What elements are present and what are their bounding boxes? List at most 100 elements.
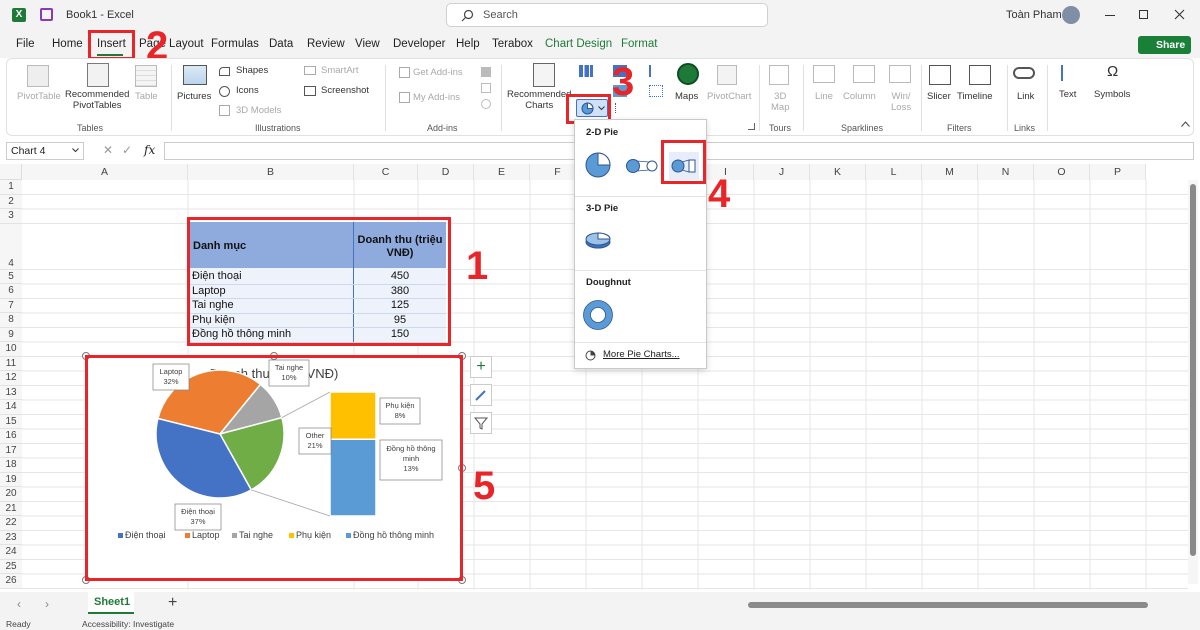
column-header-d[interactable]: D: [418, 164, 474, 180]
tab-terabox[interactable]: Terabox: [492, 38, 533, 50]
tab-format[interactable]: Format: [621, 38, 657, 50]
row-header-3[interactable]: 3: [0, 209, 22, 224]
pivotchart-label[interactable]: PivotChart: [707, 91, 751, 102]
cancel-formula-icon[interactable]: ✕: [103, 143, 113, 157]
recommended-charts-label[interactable]: Recommended Charts: [507, 89, 571, 111]
icons-label[interactable]: Icons: [236, 85, 259, 96]
row-header-22[interactable]: 22: [0, 516, 22, 531]
screenshot-icon[interactable]: [304, 86, 316, 96]
line-sparkline-icon[interactable]: [813, 65, 835, 83]
shapes-label[interactable]: Shapes: [236, 65, 268, 76]
row-header-8[interactable]: 8: [0, 313, 22, 328]
pictures-label[interactable]: Pictures: [177, 91, 211, 102]
3d-models-label[interactable]: 3D Models: [236, 105, 281, 116]
recommended-charts-icon[interactable]: [533, 63, 555, 87]
column-chart-icon[interactable]: [579, 65, 593, 77]
tab-file[interactable]: File: [16, 38, 35, 50]
row-header-17[interactable]: 17: [0, 443, 22, 458]
user-name[interactable]: Toàn Pham: [1006, 9, 1062, 21]
3d-models-icon[interactable]: [219, 105, 230, 116]
3d-pie-option[interactable]: [583, 228, 613, 252]
row-header-2[interactable]: 2: [0, 194, 22, 209]
save-icon[interactable]: [40, 8, 53, 21]
tab-home[interactable]: Home: [52, 38, 83, 50]
row-header-23[interactable]: 23: [0, 530, 22, 545]
pivottable-label[interactable]: PivotTable: [17, 91, 61, 102]
text-icon[interactable]: [1061, 65, 1075, 81]
winloss-label[interactable]: Win/ Loss: [891, 91, 911, 113]
pivottable-icon[interactable]: [27, 65, 49, 87]
row-header-15[interactable]: 15: [0, 414, 22, 429]
3d-map-icon[interactable]: [769, 65, 789, 85]
pictures-icon[interactable]: [183, 65, 207, 85]
share-button[interactable]: Share: [1138, 36, 1191, 54]
get-addins-label[interactable]: Get Add-ins: [413, 67, 463, 78]
row-header-9[interactable]: 9: [0, 327, 22, 342]
symbols-label[interactable]: Symbols: [1094, 89, 1130, 100]
minimize-icon[interactable]: [1105, 15, 1115, 16]
timeline-label[interactable]: Timeline: [957, 91, 993, 102]
tab-data[interactable]: Data: [269, 38, 293, 50]
omega-icon[interactable]: Ω: [1107, 63, 1118, 80]
addin-people-icon[interactable]: [481, 99, 491, 109]
column-label[interactable]: Column: [843, 91, 876, 102]
table-icon[interactable]: [135, 65, 157, 87]
get-addins-icon[interactable]: [399, 67, 410, 78]
smartart-icon[interactable]: [304, 66, 316, 75]
column-header-n[interactable]: N: [978, 164, 1034, 180]
screenshot-label[interactable]: Screenshot: [321, 85, 369, 96]
column-header-j[interactable]: J: [754, 164, 810, 180]
row-header-26[interactable]: 26: [0, 574, 22, 589]
row-header-6[interactable]: 6: [0, 284, 22, 299]
tab-view[interactable]: View: [355, 38, 380, 50]
slicer-label[interactable]: Slicer: [927, 91, 951, 102]
addin-page-icon[interactable]: [481, 83, 491, 93]
column-header-l[interactable]: L: [866, 164, 922, 180]
column-header-a[interactable]: A: [22, 164, 188, 180]
column-header-e[interactable]: E: [474, 164, 530, 180]
more-pie-charts-item[interactable]: More Pie Charts...: [583, 348, 703, 364]
bar-chart-icon[interactable]: [649, 65, 663, 77]
tab-help[interactable]: Help: [456, 38, 480, 50]
tab-developer[interactable]: Developer: [393, 38, 445, 50]
row-header-14[interactable]: 14: [0, 400, 22, 415]
charts-dialog-launcher-icon[interactable]: [748, 123, 755, 130]
shapes-icon[interactable]: [219, 67, 230, 76]
scatter-chart-icon[interactable]: [649, 85, 663, 97]
next-sheet-icon[interactable]: ›: [45, 597, 49, 611]
text-label[interactable]: Text: [1059, 89, 1076, 100]
doughnut-option[interactable]: [583, 300, 613, 330]
pivotchart-icon[interactable]: [717, 65, 737, 85]
column-header-o[interactable]: O: [1034, 164, 1090, 180]
name-box-chevron-icon[interactable]: [72, 148, 79, 153]
link-icon[interactable]: [1013, 67, 1035, 79]
chart-filters-button[interactable]: [470, 412, 492, 434]
icons-icon[interactable]: [219, 86, 230, 97]
tab-review[interactable]: Review: [307, 38, 345, 50]
chart-elements-button[interactable]: +: [470, 356, 492, 378]
chart-styles-button[interactable]: [470, 384, 492, 406]
row-header-4[interactable]: 4: [0, 223, 22, 270]
row-header-21[interactable]: 21: [0, 501, 22, 516]
tab-formulas[interactable]: Formulas: [211, 38, 259, 50]
insert-function-icon[interactable]: fx: [144, 143, 155, 157]
recommended-pivot-icon[interactable]: [87, 63, 109, 87]
row-header-7[interactable]: 7: [0, 298, 22, 313]
sheet-tab-sheet1[interactable]: Sheet1: [88, 592, 134, 614]
excel-logo-icon[interactable]: X: [12, 8, 26, 22]
select-all-corner[interactable]: [0, 164, 22, 180]
recommended-pivot-label[interactable]: Recommended PivotTables: [65, 89, 129, 111]
row-header-19[interactable]: 19: [0, 472, 22, 487]
slicer-icon[interactable]: [929, 65, 951, 85]
row-header-13[interactable]: 13: [0, 385, 22, 400]
3d-map-label[interactable]: 3D Map: [771, 91, 789, 113]
my-addins-icon[interactable]: [399, 92, 410, 103]
addin-store-icon[interactable]: [481, 67, 491, 77]
timeline-icon[interactable]: [969, 65, 991, 85]
line-label[interactable]: Line: [815, 91, 833, 102]
row-header-16[interactable]: 16: [0, 429, 22, 444]
restore-icon[interactable]: [1139, 10, 1148, 19]
search-box[interactable]: Search: [446, 3, 768, 27]
column-header-b[interactable]: B: [188, 164, 354, 180]
row-header-24[interactable]: 24: [0, 545, 22, 560]
